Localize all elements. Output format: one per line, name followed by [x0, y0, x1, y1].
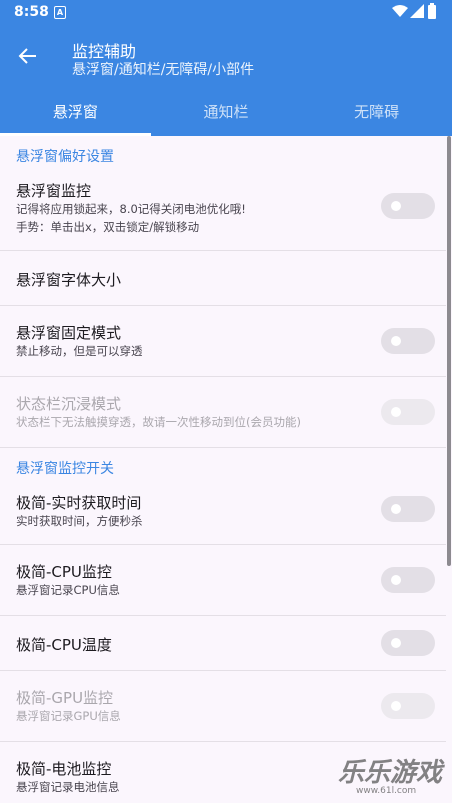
- setting-title: 极简-CPU监控: [16, 563, 112, 581]
- setting-title: 极简-电池监控: [16, 760, 112, 778]
- section-title-monitor-switches: 悬浮窗监控开关: [16, 461, 114, 477]
- page-subtitle: 悬浮窗/通知栏/无障碍/小部件: [72, 62, 255, 78]
- status-time: 8:58: [14, 4, 49, 20]
- setting-summary: 手势：单击出x，双击锁定/解锁移动: [16, 220, 200, 234]
- gpu-monitor-switch: [381, 693, 435, 719]
- immersive-statusbar-switch: [381, 399, 435, 425]
- setting-summary: 实时获取时间，方便秒杀: [16, 514, 143, 528]
- watermark-logo: 乐乐游戏 www.61l.com: [338, 752, 450, 800]
- tab-accessibility[interactable]: 无障碍: [301, 88, 452, 136]
- switch-knob: [391, 504, 401, 514]
- setting-title: 悬浮窗固定模式: [16, 324, 122, 342]
- scrollbar[interactable]: [447, 136, 451, 566]
- back-arrow-icon[interactable]: [18, 46, 38, 66]
- switch-knob: [391, 336, 401, 346]
- battery-icon: [428, 3, 436, 19]
- setting-cpu-monitor[interactable]: 极简-CPU监控 悬浮窗记录CPU信息: [0, 545, 446, 616]
- tab-floating-window[interactable]: 悬浮窗: [0, 88, 151, 136]
- switch-knob: [391, 638, 401, 648]
- status-bar: 8:58 A: [0, 0, 452, 24]
- realtime-clock-switch[interactable]: [381, 496, 435, 522]
- setting-summary: 悬浮窗记录CPU信息: [16, 583, 120, 597]
- signal-icon: [410, 4, 424, 18]
- tab-notification-bar[interactable]: 通知栏: [151, 88, 302, 136]
- cpu-monitor-switch[interactable]: [381, 567, 435, 593]
- setting-summary: 禁止移动，但是可以穿透: [16, 344, 143, 358]
- watermark-text: 乐乐游戏: [338, 758, 443, 788]
- switch-knob: [391, 575, 401, 585]
- setting-cpu-temp[interactable]: 极简-CPU温度: [0, 616, 446, 671]
- notification-a-icon: A: [54, 6, 66, 19]
- setting-summary: 悬浮窗记录电池信息: [16, 780, 120, 794]
- setting-summary: 悬浮窗记录GPU信息: [16, 709, 121, 723]
- watermark-url: www.61l.com: [356, 786, 417, 796]
- setting-realtime-clock[interactable]: 极简-实时获取时间 实时获取时间，方便秒杀: [0, 480, 446, 545]
- tab-bar: 悬浮窗 通知栏 无障碍: [0, 88, 452, 136]
- setting-summary: 记得将应用锁起来，8.0记得关闭电池优化哦!: [16, 202, 246, 216]
- setting-title: 极简-实时获取时间: [16, 494, 142, 512]
- setting-floating-monitor[interactable]: 悬浮窗监控 记得将应用锁起来，8.0记得关闭电池优化哦! 手势：单击出x，双击锁…: [0, 170, 446, 251]
- switch-knob: [391, 407, 401, 417]
- section-title-preferences: 悬浮窗偏好设置: [16, 149, 114, 165]
- setting-fixed-mode[interactable]: 悬浮窗固定模式 禁止移动，但是可以穿透: [0, 306, 446, 377]
- setting-title: 状态栏沉浸模式: [16, 395, 122, 413]
- setting-title: 悬浮窗监控: [16, 182, 92, 200]
- setting-title: 悬浮窗字体大小: [16, 271, 122, 289]
- setting-title: 极简-CPU温度: [16, 636, 112, 654]
- setting-font-size[interactable]: 悬浮窗字体大小: [0, 251, 446, 306]
- wifi-icon: [392, 5, 408, 17]
- app-bar: 监控辅助 悬浮窗/通知栏/无障碍/小部件: [0, 24, 452, 88]
- fixed-mode-switch[interactable]: [381, 328, 435, 354]
- switch-knob: [391, 701, 401, 711]
- switch-knob: [391, 201, 401, 211]
- setting-summary: 状态栏下无法触摸穿透，故请一次性移动到位(会员功能): [16, 415, 301, 429]
- floating-monitor-switch[interactable]: [381, 193, 435, 219]
- setting-title: 极简-GPU监控: [16, 689, 114, 707]
- setting-gpu-monitor: 极简-GPU监控 悬浮窗记录GPU信息: [0, 671, 446, 742]
- cpu-temp-switch[interactable]: [381, 630, 435, 656]
- setting-immersive-statusbar: 状态栏沉浸模式 状态栏下无法触摸穿透，故请一次性移动到位(会员功能): [0, 377, 446, 448]
